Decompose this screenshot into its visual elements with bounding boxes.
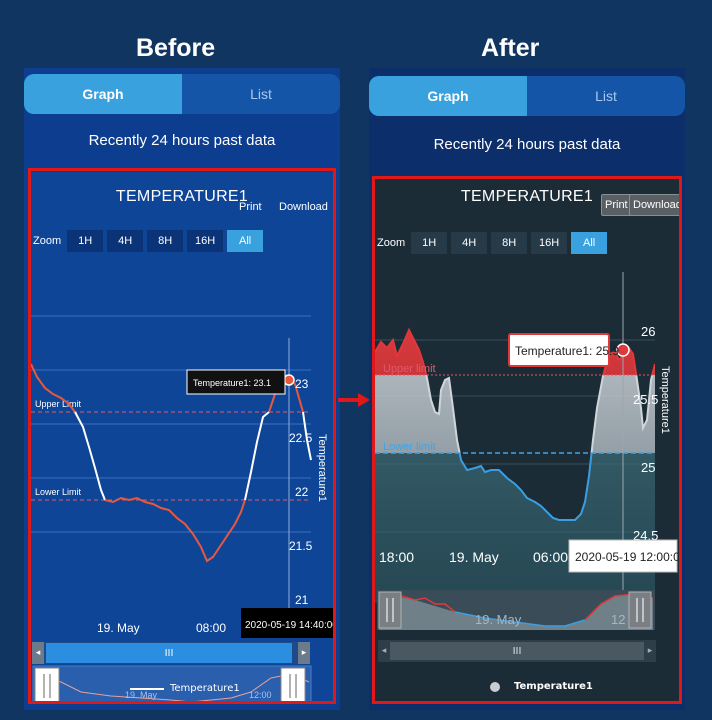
scroll-right-button[interactable]: ▸ [298, 642, 310, 664]
tab-bar: Graph List [24, 74, 340, 114]
tab-graph[interactable]: Graph [369, 76, 527, 116]
after-panel: Graph List Recently 24 hours past data T… [369, 68, 685, 710]
legend-label: Temperature1 [170, 683, 240, 694]
before-panel: Graph List Recently 24 hours past data T… [24, 68, 340, 710]
highlight-frame [28, 168, 336, 704]
legend-line-symbol [130, 687, 164, 690]
legend-label: Temperature1 [514, 681, 593, 692]
arrow-right-icon [338, 393, 370, 407]
page-subtitle: Recently 24 hours past data [88, 132, 276, 149]
tab-bar: Graph List [369, 76, 685, 116]
navigator-scrollbar[interactable]: ◂ III ▸ [32, 642, 310, 664]
tab-list[interactable]: List [182, 74, 340, 114]
scrollbar-thumb[interactable]: III [46, 643, 292, 663]
navigator-scrollbar[interactable]: ◂ III ▸ [378, 640, 656, 662]
legend-dot-symbol [490, 681, 500, 692]
scroll-right-button[interactable]: ▸ [644, 640, 656, 662]
scrollbar-thumb[interactable]: III [390, 642, 644, 660]
scroll-left-button[interactable]: ◂ [32, 642, 44, 664]
page-subtitle: Recently 24 hours past data [433, 136, 621, 153]
legend[interactable]: Temperature1 [490, 681, 593, 692]
before-heading: Before [136, 34, 216, 62]
tab-graph[interactable]: Graph [24, 74, 182, 114]
scroll-left-button[interactable]: ◂ [378, 640, 390, 662]
after-heading: After [481, 34, 540, 62]
highlight-frame [372, 176, 682, 704]
legend[interactable]: Temperature1 [130, 683, 240, 694]
tab-list[interactable]: List [527, 76, 685, 116]
